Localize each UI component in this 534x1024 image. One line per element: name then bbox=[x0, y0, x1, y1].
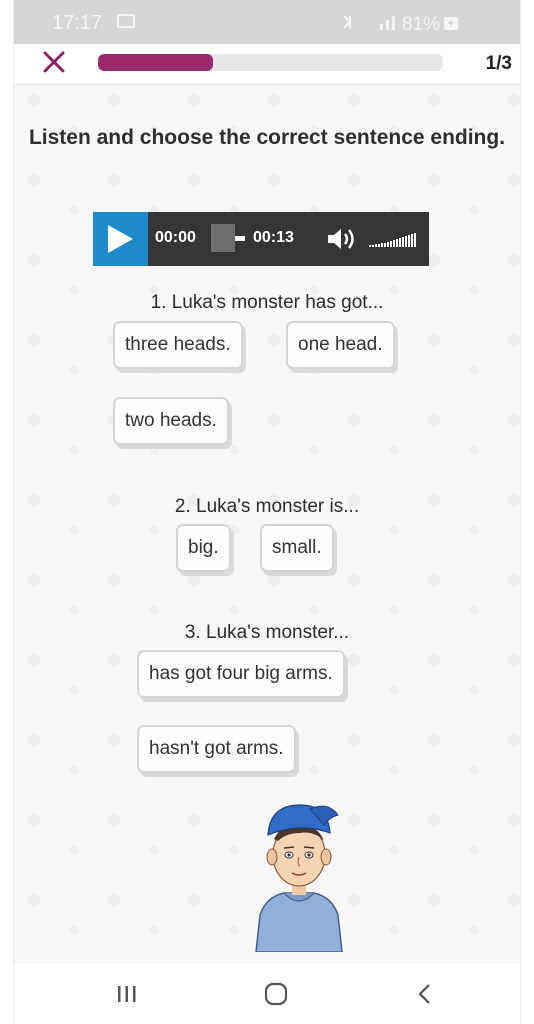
system-nav-bar bbox=[14, 964, 520, 1024]
svg-text:81%: 81% bbox=[402, 14, 440, 34]
option-four-big-arms[interactable]: has got four big arms. bbox=[137, 650, 345, 698]
option-small[interactable]: small. bbox=[260, 524, 334, 572]
play-icon bbox=[108, 225, 133, 253]
option-three-heads[interactable]: three heads. bbox=[113, 321, 243, 369]
question-title: Listen and choose the correct sentence e… bbox=[28, 126, 506, 149]
option-two-heads[interactable]: two heads. bbox=[113, 397, 229, 445]
image-notification-icon bbox=[117, 14, 135, 28]
recents-icon[interactable] bbox=[112, 982, 142, 1006]
lesson-header: 1/3 bbox=[14, 44, 520, 85]
progress-bar bbox=[98, 54, 443, 71]
option-one-head[interactable]: one head. bbox=[286, 321, 395, 369]
status-bar: 17:17 81% bbox=[14, 0, 520, 44]
question-2-label: 2. Luka's monster is... bbox=[174, 496, 360, 517]
close-icon[interactable] bbox=[40, 50, 68, 78]
seek-track[interactable] bbox=[235, 236, 245, 241]
status-time: 17:17 bbox=[52, 12, 103, 34]
audio-player: 00:00 00:13 bbox=[93, 212, 429, 266]
option-no-arms[interactable]: hasn't got arms. bbox=[137, 725, 296, 773]
back-icon[interactable] bbox=[410, 982, 440, 1006]
question-1-label: 1. Luka's monster has got... bbox=[150, 292, 384, 313]
progress-counter: 1/3 bbox=[485, 53, 512, 74]
play-button[interactable] bbox=[93, 212, 148, 266]
audio-total-time: 00:13 bbox=[253, 229, 294, 246]
speaker-icon[interactable] bbox=[326, 225, 360, 253]
seek-handle[interactable] bbox=[211, 224, 235, 252]
option-big[interactable]: big. bbox=[176, 524, 231, 572]
status-indicators: 81% bbox=[340, 12, 490, 40]
question-3-label: 3. Luka's monster... bbox=[184, 622, 350, 643]
signal-battery-icon: 81% bbox=[343, 14, 458, 35]
audio-current-time: 00:00 bbox=[155, 229, 196, 246]
boy-character-illustration bbox=[255, 804, 343, 952]
progress-bar-fill bbox=[98, 54, 213, 71]
volume-slider[interactable] bbox=[369, 233, 417, 247]
home-icon[interactable] bbox=[261, 982, 291, 1006]
